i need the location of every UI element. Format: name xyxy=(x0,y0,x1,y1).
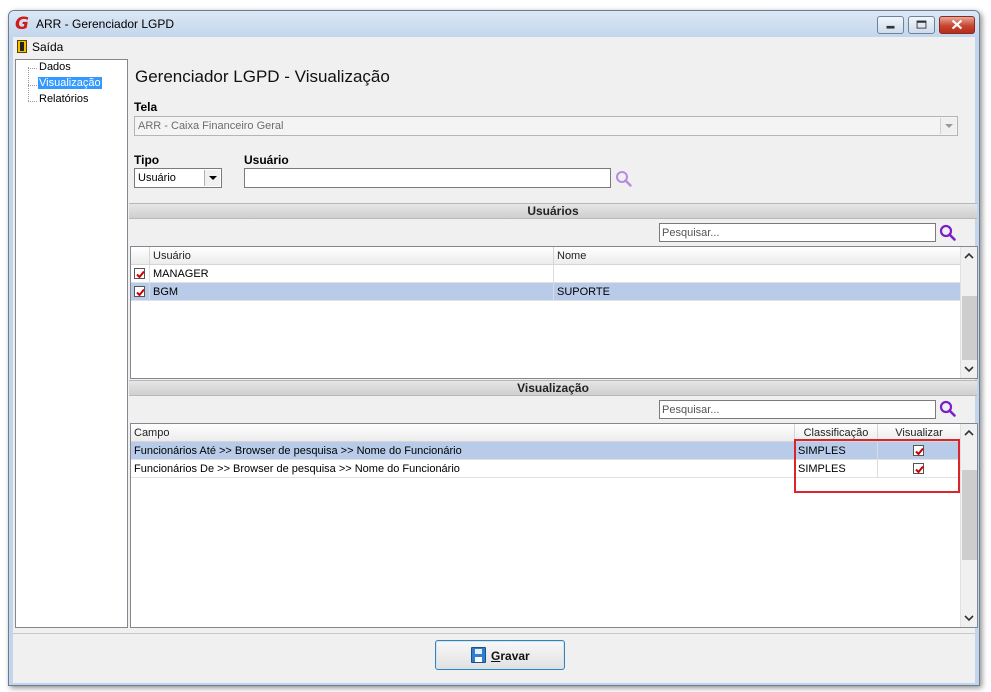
save-button-label: Gravar xyxy=(491,649,530,663)
chevron-down-icon[interactable] xyxy=(964,364,974,374)
window-title: ARR - Gerenciador LGPD xyxy=(36,17,175,31)
nome-cell: SUPORTE xyxy=(554,283,961,301)
save-button[interactable]: Gravar xyxy=(435,640,565,670)
column-header-usuario[interactable]: Usuário xyxy=(150,247,554,265)
usuarios-search-input[interactable] xyxy=(662,227,935,239)
table-row[interactable]: Funcionários Até >> Browser de pesquisa … xyxy=(131,442,961,460)
checkmark-icon xyxy=(136,270,145,279)
search-icon xyxy=(939,400,956,417)
usuarios-table-header: Usuário Nome xyxy=(131,247,961,265)
visualizacao-search-input[interactable] xyxy=(662,404,935,416)
tipo-label: Tipo xyxy=(134,153,160,167)
tipo-select[interactable]: Usuário xyxy=(134,168,222,188)
classificacao-cell: SIMPLES xyxy=(795,460,878,478)
tipo-select-value: Usuário xyxy=(138,172,176,184)
row-checkbox[interactable] xyxy=(134,286,145,297)
usuario-label: Usuário xyxy=(244,153,289,167)
tela-select[interactable]: ARR - Caixa Financeiro Geral xyxy=(134,116,958,136)
chevron-down-icon[interactable] xyxy=(964,613,974,623)
usuarios-table: Usuário Nome MANAGER BGM SUPORTE xyxy=(130,246,978,379)
chevron-down-icon[interactable] xyxy=(940,118,956,134)
chevron-down-icon[interactable] xyxy=(204,170,220,186)
chevron-up-icon[interactable] xyxy=(964,428,974,438)
usuario-input[interactable] xyxy=(244,168,611,188)
minimize-icon xyxy=(886,25,895,29)
page-title: Gerenciador LGPD - Visualização xyxy=(135,67,390,86)
search-icon xyxy=(939,224,956,241)
tela-label: Tela xyxy=(134,100,158,114)
close-button[interactable] xyxy=(939,16,975,34)
scrollbar-thumb[interactable] xyxy=(962,470,977,560)
table-row[interactable]: Funcionários De >> Browser de pesquisa >… xyxy=(131,460,961,478)
tree-connector xyxy=(28,101,37,102)
title-bar[interactable]: G ARR - Gerenciador LGPD xyxy=(9,11,979,37)
checkbox-cell xyxy=(131,283,150,301)
tree-item-visualizacao[interactable]: Visualização xyxy=(38,77,102,89)
tree-connector xyxy=(28,85,37,86)
client-area: Saída Dados Visualização Relatórios Gere… xyxy=(13,37,978,683)
checkmark-icon xyxy=(915,465,924,474)
table-row[interactable]: BGM SUPORTE xyxy=(131,283,961,301)
navigation-tree: Dados Visualização Relatórios xyxy=(15,59,128,628)
column-header-nome[interactable]: Nome xyxy=(554,247,961,265)
visualizacao-table: Campo Classificação Visualizar Funcionár… xyxy=(130,423,978,628)
nome-cell xyxy=(554,265,961,283)
chevron-up-icon[interactable] xyxy=(964,251,974,261)
usuario-cell: MANAGER xyxy=(150,265,554,283)
minimize-button[interactable] xyxy=(877,16,904,34)
checkbox-column-header xyxy=(131,247,150,265)
close-icon xyxy=(951,19,963,30)
visualizacao-search-field[interactable] xyxy=(659,400,936,419)
floppy-disk-icon xyxy=(471,647,486,663)
checkmark-icon xyxy=(136,288,145,297)
visualizar-checkbox[interactable] xyxy=(913,463,924,474)
tela-select-value: ARR - Caixa Financeiro Geral xyxy=(138,120,284,132)
table-row[interactable]: MANAGER xyxy=(131,265,961,283)
tree-item-dados[interactable]: Dados xyxy=(38,61,72,73)
exit-door-icon[interactable] xyxy=(17,40,27,53)
visualizar-cell xyxy=(878,442,961,460)
menu-item-exit[interactable]: Saída xyxy=(32,40,63,54)
usuarios-search-field[interactable] xyxy=(659,223,936,242)
row-checkbox[interactable] xyxy=(134,268,145,279)
usuarios-search-button[interactable] xyxy=(938,223,958,243)
footer-divider xyxy=(13,633,975,634)
visualizar-cell xyxy=(878,460,961,478)
checkmark-icon xyxy=(915,447,924,456)
campo-cell: Funcionários Até >> Browser de pesquisa … xyxy=(131,442,795,460)
usuario-cell: BGM xyxy=(150,283,554,301)
scrollbar-thumb[interactable] xyxy=(962,296,977,360)
tree-connector xyxy=(28,67,29,101)
campo-cell: Funcionários De >> Browser de pesquisa >… xyxy=(131,460,795,478)
visualizacao-search-button[interactable] xyxy=(938,399,958,419)
menu-bar: Saída xyxy=(13,37,975,57)
tree-connector xyxy=(28,68,37,69)
app-logo-icon: G xyxy=(15,14,29,34)
checkbox-cell xyxy=(131,265,150,283)
column-header-visualizar[interactable]: Visualizar xyxy=(878,424,961,442)
usuario-search-button[interactable] xyxy=(614,169,634,189)
visualizacao-table-header: Campo Classificação Visualizar xyxy=(131,424,961,442)
visualizacao-section-header: Visualização xyxy=(129,380,977,396)
column-header-campo[interactable]: Campo xyxy=(131,424,795,442)
visualizar-checkbox[interactable] xyxy=(913,445,924,456)
column-header-classificacao[interactable]: Classificação xyxy=(795,424,878,442)
visualizacao-scrollbar[interactable] xyxy=(960,424,977,627)
usuarios-scrollbar[interactable] xyxy=(960,247,977,378)
tree-item-relatorios[interactable]: Relatórios xyxy=(38,93,90,105)
usuarios-section-header: Usuários xyxy=(129,203,977,219)
maximize-button[interactable] xyxy=(908,16,935,34)
search-icon xyxy=(616,171,632,187)
app-window: G ARR - Gerenciador LGPD Saída Dados Vis… xyxy=(8,10,980,686)
classificacao-cell: SIMPLES xyxy=(795,442,878,460)
maximize-icon xyxy=(916,20,927,29)
